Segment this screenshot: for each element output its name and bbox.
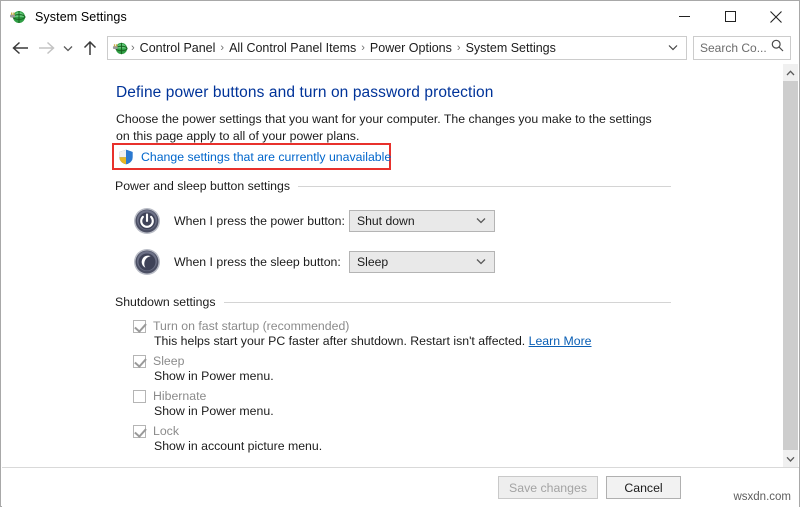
sleep-button-label: When I press the sleep button: (174, 255, 341, 269)
scroll-down-icon[interactable] (783, 450, 798, 467)
group-divider (298, 185, 671, 187)
scroll-up-icon[interactable] (783, 64, 798, 81)
sleep-button-value: Sleep (357, 255, 389, 269)
window-title: System Settings (35, 9, 127, 24)
hibernate-description: Show in Power menu. (154, 404, 274, 418)
checkbox-item-fast-startup: Turn on fast startup (recommended) This … (115, 319, 671, 348)
breadcrumb-item-power-options[interactable]: Power Options (367, 41, 455, 55)
title-bar: System Settings (1, 1, 799, 32)
watermark: wsxdn.com (733, 491, 791, 503)
address-bar: › Control Panel › All Control Panel Item… (1, 32, 799, 64)
breadcrumb-item-system-settings[interactable]: System Settings (463, 41, 559, 55)
breadcrumb-separator: › (220, 42, 225, 54)
change-settings-highlight-box: Change settings that are currently unava… (112, 143, 391, 170)
group-shutdown-settings: Shutdown settings Turn on fast startup (… (115, 295, 671, 453)
system-settings-window: System Settings › Control Panel › All Co… (0, 0, 800, 507)
group-title: Power and sleep button settings (115, 179, 291, 193)
forward-arrow-icon (33, 35, 59, 61)
checkbox-item-hibernate: Hibernate Show in Power menu. (115, 389, 671, 418)
minimize-icon[interactable] (661, 1, 707, 32)
search-placeholder: Search Co... (700, 41, 767, 55)
uac-shield-icon (118, 149, 134, 165)
chevron-down-icon (476, 216, 494, 227)
hibernate-checkbox[interactable] (133, 389, 146, 403)
learn-more-link[interactable]: Learn More (529, 334, 592, 348)
group-divider (223, 301, 671, 303)
group-power-sleep-button-settings: Power and sleep button settings When I p… (115, 179, 671, 276)
power-button-dropdown[interactable]: Shut down (349, 210, 495, 232)
sleep-button-setting-row: When I press the sleep button: Sleep (115, 248, 671, 276)
control-panel-icon (9, 8, 27, 26)
group-header: Power and sleep button settings (115, 179, 671, 193)
footer-bar: Save changes Cancel wsxdn.com (2, 468, 799, 507)
lock-checkbox[interactable] (133, 424, 146, 438)
close-icon[interactable] (753, 1, 799, 32)
sleep-button-dropdown[interactable]: Sleep (349, 251, 495, 273)
checkbox-row[interactable]: Turn on fast startup (recommended) (115, 319, 671, 333)
breadcrumb-item-control-panel[interactable]: Control Panel (137, 41, 219, 55)
vertical-scrollbar[interactable] (783, 64, 798, 467)
breadcrumb[interactable]: › Control Panel › All Control Panel Item… (107, 36, 687, 60)
breadcrumb-control-panel-icon (112, 40, 129, 57)
cancel-button[interactable]: Cancel (606, 476, 681, 499)
page-title: Define power buttons and turn on passwor… (116, 84, 494, 101)
window-controls (661, 1, 799, 32)
lock-description: Show in account picture menu. (154, 439, 323, 453)
breadcrumb-item-all-control-panel-items[interactable]: All Control Panel Items (226, 41, 359, 55)
sleep-moon-icon (133, 248, 161, 276)
recent-locations-chevron-down-icon[interactable] (59, 35, 77, 61)
intro-text: Choose the power settings that you want … (116, 112, 652, 143)
scrollbar-thumb[interactable] (783, 81, 798, 450)
checkbox-item-lock: Lock Show in account picture menu. (115, 424, 671, 453)
checkbox-row[interactable]: Sleep (115, 354, 671, 368)
lock-label: Lock (153, 424, 179, 438)
power-button-value: Shut down (357, 214, 415, 228)
change-settings-link[interactable]: Change settings that are currently unava… (141, 150, 391, 164)
group-title: Shutdown settings (115, 295, 216, 309)
group-header: Shutdown settings (115, 295, 671, 309)
fast-startup-checkbox[interactable] (133, 319, 146, 333)
breadcrumb-separator: › (131, 42, 135, 54)
breadcrumb-separator: › (456, 42, 461, 54)
breadcrumb-separator: › (361, 42, 365, 54)
checkbox-row[interactable]: Lock (115, 424, 671, 438)
search-icon (771, 39, 790, 57)
save-changes-button[interactable]: Save changes (498, 476, 598, 499)
fast-startup-label: Turn on fast startup (recommended) (153, 319, 350, 333)
power-button-label: When I press the power button: (174, 214, 345, 228)
power-button-icon (133, 207, 161, 235)
sleep-description: Show in Power menu. (154, 369, 274, 383)
address-chevron-down-icon[interactable] (664, 43, 686, 54)
sleep-label: Sleep (153, 354, 185, 368)
maximize-icon[interactable] (707, 1, 753, 32)
sleep-checkbox[interactable] (133, 354, 146, 368)
up-arrow-icon[interactable] (77, 35, 103, 61)
settings-content: Define power buttons and turn on passwor… (2, 64, 784, 467)
back-arrow-icon[interactable] (7, 35, 33, 61)
fast-startup-description: This helps start your PC faster after sh… (154, 334, 671, 348)
fast-startup-description-text: This helps start your PC faster after sh… (154, 334, 526, 348)
hibernate-label: Hibernate (153, 389, 207, 403)
power-button-setting-row: When I press the power button: Shut down (115, 207, 671, 235)
checkbox-row[interactable]: Hibernate (115, 389, 671, 403)
search-input[interactable]: Search Co... (693, 36, 791, 60)
checkbox-item-sleep: Sleep Show in Power menu. (115, 354, 671, 383)
chevron-down-icon (476, 257, 494, 268)
